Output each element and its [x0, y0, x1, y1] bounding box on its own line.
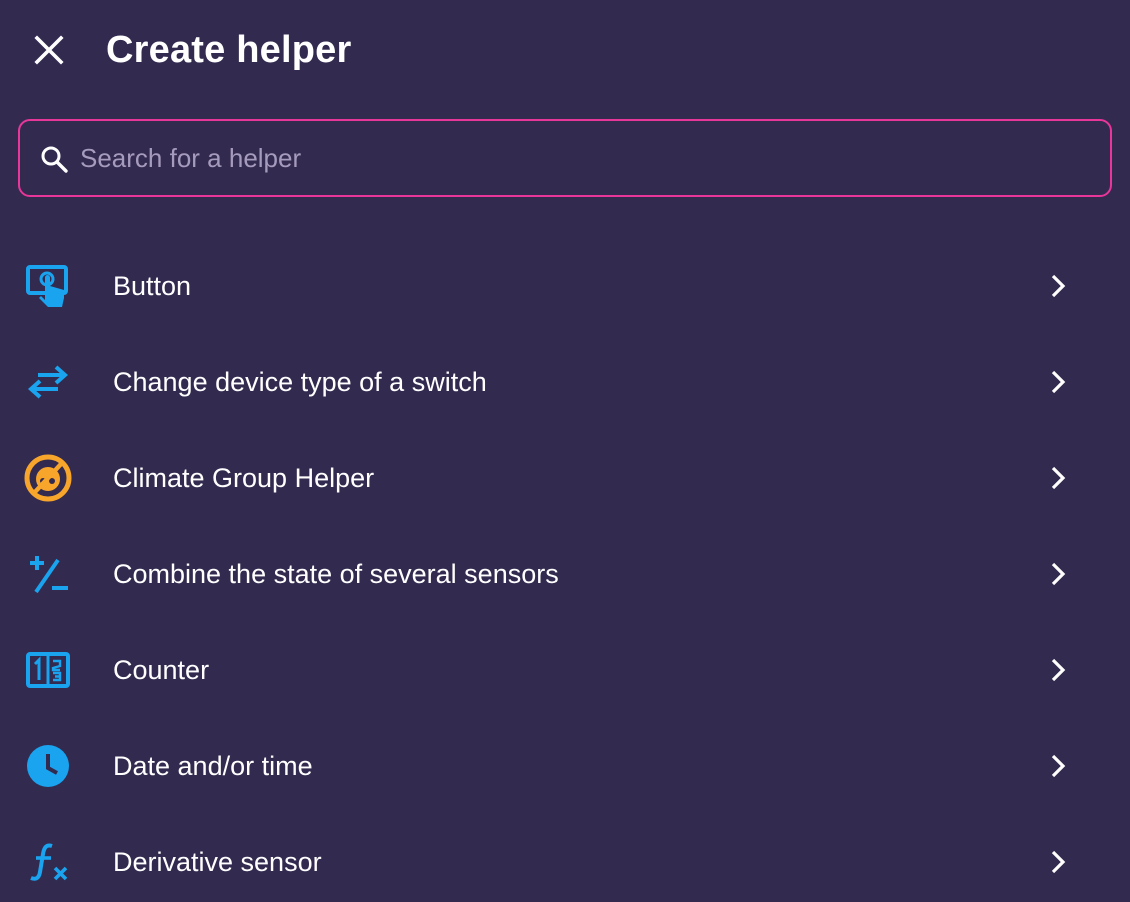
chevron-right-icon: [1044, 656, 1072, 684]
plus-minus-icon: [24, 550, 72, 598]
chevron-right-icon: [1044, 752, 1072, 780]
climate-group-icon: [24, 454, 72, 502]
list-item-derivative-sensor[interactable]: Derivative sensor: [0, 814, 1130, 902]
search-icon: [38, 143, 70, 175]
close-icon: [33, 34, 65, 66]
chevron-right-icon: [1044, 560, 1072, 588]
chevron-right-icon: [1044, 368, 1072, 396]
list-item-label: Button: [113, 271, 192, 301]
list-item-combine-sensors[interactable]: Combine the state of several sensors: [0, 526, 1130, 622]
counter-icon: [24, 646, 72, 694]
list-item-date-time[interactable]: Date and/or time: [0, 718, 1130, 814]
create-helper-dialog: Create helper Button: [0, 0, 1130, 902]
list-item-label: Combine the state of several sensors: [113, 559, 559, 589]
list-item-button[interactable]: Button: [0, 238, 1130, 334]
list-item-climate-group-helper[interactable]: Climate Group Helper: [0, 430, 1130, 526]
close-button[interactable]: [22, 23, 76, 77]
function-icon: [24, 838, 72, 886]
search-field[interactable]: [18, 119, 1112, 197]
search-input[interactable]: [80, 121, 1100, 195]
chevron-right-icon: [1044, 272, 1072, 300]
page-title: Create helper: [106, 29, 352, 71]
list-item-counter[interactable]: Counter: [0, 622, 1130, 718]
list-item-label: Counter: [113, 655, 210, 685]
dialog-header: Create helper: [0, 0, 1130, 100]
list-item-label: Date and/or time: [113, 751, 313, 781]
button-tap-icon: [24, 262, 72, 310]
list-item-label: Change device type of a switch: [113, 367, 487, 397]
list-item-change-device-type[interactable]: Change device type of a switch: [0, 334, 1130, 430]
list-item-label: Climate Group Helper: [113, 463, 375, 493]
helper-list: Button Change device type of a switch Cl…: [0, 238, 1130, 902]
swap-arrows-icon: [24, 358, 72, 406]
clock-icon: [24, 742, 72, 790]
chevron-right-icon: [1044, 464, 1072, 492]
list-item-label: Derivative sensor: [113, 847, 322, 877]
chevron-right-icon: [1044, 848, 1072, 876]
